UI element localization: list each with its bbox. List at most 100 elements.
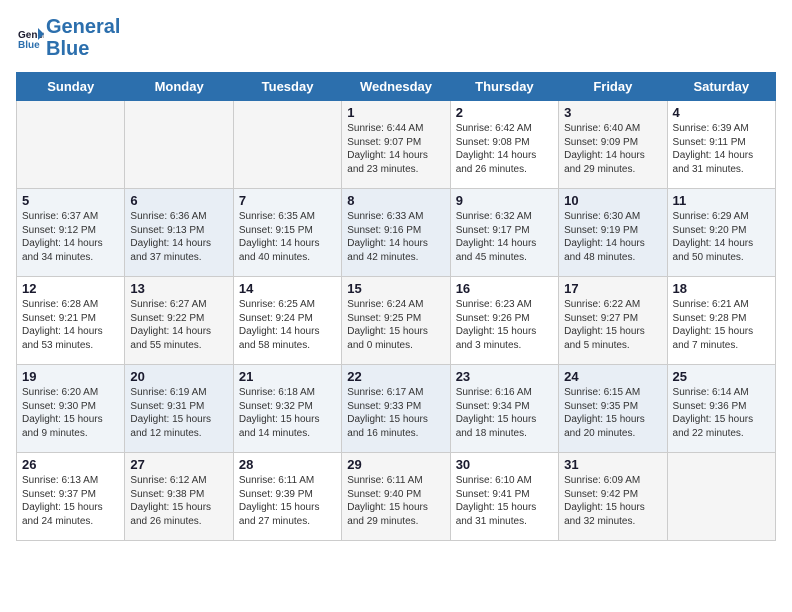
calendar-cell: 5 Sunrise: 6:37 AM Sunset: 9:12 PM Daylig… [17,189,125,277]
col-header-monday: Monday [125,73,233,101]
logo: General Blue GeneralBlue [16,16,120,60]
day-info: Sunrise: 6:28 AM Sunset: 9:21 PM Dayligh… [22,298,119,352]
day-number: 6 [130,193,227,208]
calendar-cell: 15 Sunrise: 6:24 AM Sunset: 9:25 PM Dayli… [342,277,450,365]
day-info: Sunrise: 6:18 AM Sunset: 9:32 PM Dayligh… [239,386,336,440]
svg-text:Blue: Blue [18,40,40,51]
day-number: 3 [564,105,661,120]
calendar-cell: 29 Sunrise: 6:11 AM Sunset: 9:40 PM Dayli… [342,453,450,541]
day-info: Sunrise: 6:36 AM Sunset: 9:13 PM Dayligh… [130,210,227,264]
day-number: 8 [347,193,444,208]
day-info: Sunrise: 6:15 AM Sunset: 9:35 PM Dayligh… [564,386,661,440]
day-number: 15 [347,281,444,296]
calendar-cell: 2 Sunrise: 6:42 AM Sunset: 9:08 PM Daylig… [450,101,558,189]
calendar-cell: 27Sunrise: 6:12 AM Sunset: 9:38 PM Dayli… [125,453,233,541]
day-info: Sunrise: 6:09 AM Sunset: 9:42 PM Dayligh… [564,474,661,528]
day-info: Sunrise: 6:11 AM Sunset: 9:40 PM Dayligh… [347,474,444,528]
day-number: 27 [130,457,227,472]
day-info: Sunrise: 6:19 AM Sunset: 9:31 PM Dayligh… [130,386,227,440]
day-info: Sunrise: 6:27 AM Sunset: 9:22 PM Dayligh… [130,298,227,352]
calendar-cell [17,101,125,189]
day-number: 2 [456,105,553,120]
calendar-cell: 3Sunrise: 6:40 AM Sunset: 9:09 PM Daylig… [559,101,667,189]
calendar-cell: 10 Sunrise: 6:30 AM Sunset: 9:19 PM Dayli… [559,189,667,277]
calendar-cell: 9Sunrise: 6:32 AM Sunset: 9:17 PM Daylig… [450,189,558,277]
day-info: Sunrise: 6:33 AM Sunset: 9:16 PM Dayligh… [347,210,444,264]
calendar-cell: 12Sunrise: 6:28 AM Sunset: 9:21 PM Dayli… [17,277,125,365]
calendar-cell: 16 Sunrise: 6:23 AM Sunset: 9:26 PM Dayli… [450,277,558,365]
day-info: Sunrise: 6:30 AM Sunset: 9:19 PM Dayligh… [564,210,661,264]
calendar-cell: 6 Sunrise: 6:36 AM Sunset: 9:13 PM Daylig… [125,189,233,277]
day-number: 29 [347,457,444,472]
day-number: 25 [673,369,770,384]
calendar-cell: 24 Sunrise: 6:15 AM Sunset: 9:35 PM Dayli… [559,365,667,453]
day-info: Sunrise: 6:39 AM Sunset: 9:11 PM Dayligh… [673,122,770,176]
day-number: 18 [673,281,770,296]
calendar-cell: 13 Sunrise: 6:27 AM Sunset: 9:22 PM Dayli… [125,277,233,365]
day-number: 5 [22,193,119,208]
day-number: 4 [673,105,770,120]
calendar-cell: 28 Sunrise: 6:11 AM Sunset: 9:39 PM Dayli… [233,453,341,541]
calendar-week-row: 19Sunrise: 6:20 AM Sunset: 9:30 PM Dayli… [17,365,776,453]
day-info: Sunrise: 6:22 AM Sunset: 9:27 PM Dayligh… [564,298,661,352]
col-header-saturday: Saturday [667,73,775,101]
day-number: 30 [456,457,553,472]
logo-text: GeneralBlue [46,16,120,60]
day-info: Sunrise: 6:17 AM Sunset: 9:33 PM Dayligh… [347,386,444,440]
day-info: Sunrise: 6:44 AM Sunset: 9:07 PM Dayligh… [347,122,444,176]
day-info: Sunrise: 6:24 AM Sunset: 9:25 PM Dayligh… [347,298,444,352]
day-number: 9 [456,193,553,208]
calendar-cell: 14Sunrise: 6:25 AM Sunset: 9:24 PM Dayli… [233,277,341,365]
calendar-table: SundayMondayTuesdayWednesdayThursdayFrid… [16,72,776,541]
day-info: Sunrise: 6:35 AM Sunset: 9:15 PM Dayligh… [239,210,336,264]
calendar-cell: 20 Sunrise: 6:19 AM Sunset: 9:31 PM Dayli… [125,365,233,453]
calendar-week-row: 1 Sunrise: 6:44 AM Sunset: 9:07 PM Daylig… [17,101,776,189]
calendar-cell: 25 Sunrise: 6:14 AM Sunset: 9:36 PM Dayli… [667,365,775,453]
day-info: Sunrise: 6:37 AM Sunset: 9:12 PM Dayligh… [22,210,119,264]
day-number: 26 [22,457,119,472]
day-info: Sunrise: 6:42 AM Sunset: 9:08 PM Dayligh… [456,122,553,176]
calendar-week-row: 5 Sunrise: 6:37 AM Sunset: 9:12 PM Daylig… [17,189,776,277]
page-header: General Blue GeneralBlue [16,16,776,60]
day-number: 1 [347,105,444,120]
day-info: Sunrise: 6:25 AM Sunset: 9:24 PM Dayligh… [239,298,336,352]
day-number: 21 [239,369,336,384]
day-info: Sunrise: 6:29 AM Sunset: 9:20 PM Dayligh… [673,210,770,264]
calendar-cell [667,453,775,541]
day-info: Sunrise: 6:14 AM Sunset: 9:36 PM Dayligh… [673,386,770,440]
day-info: Sunrise: 6:11 AM Sunset: 9:39 PM Dayligh… [239,474,336,528]
col-header-thursday: Thursday [450,73,558,101]
calendar-cell: 31 Sunrise: 6:09 AM Sunset: 9:42 PM Dayli… [559,453,667,541]
day-info: Sunrise: 6:21 AM Sunset: 9:28 PM Dayligh… [673,298,770,352]
day-number: 17 [564,281,661,296]
day-number: 28 [239,457,336,472]
day-number: 22 [347,369,444,384]
day-number: 31 [564,457,661,472]
day-info: Sunrise: 6:16 AM Sunset: 9:34 PM Dayligh… [456,386,553,440]
day-number: 10 [564,193,661,208]
col-header-sunday: Sunday [17,73,125,101]
calendar-cell: 22 Sunrise: 6:17 AM Sunset: 9:33 PM Dayli… [342,365,450,453]
col-header-tuesday: Tuesday [233,73,341,101]
calendar-cell: 18 Sunrise: 6:21 AM Sunset: 9:28 PM Dayli… [667,277,775,365]
calendar-week-row: 26Sunrise: 6:13 AM Sunset: 9:37 PM Dayli… [17,453,776,541]
calendar-cell: 1 Sunrise: 6:44 AM Sunset: 9:07 PM Daylig… [342,101,450,189]
calendar-cell: 21 Sunrise: 6:18 AM Sunset: 9:32 PM Dayli… [233,365,341,453]
day-number: 16 [456,281,553,296]
calendar-week-row: 12Sunrise: 6:28 AM Sunset: 9:21 PM Dayli… [17,277,776,365]
calendar-cell: 4 Sunrise: 6:39 AM Sunset: 9:11 PM Daylig… [667,101,775,189]
day-info: Sunrise: 6:23 AM Sunset: 9:26 PM Dayligh… [456,298,553,352]
day-number: 20 [130,369,227,384]
calendar-cell: 26Sunrise: 6:13 AM Sunset: 9:37 PM Dayli… [17,453,125,541]
col-header-wednesday: Wednesday [342,73,450,101]
calendar-cell: 23 Sunrise: 6:16 AM Sunset: 9:34 PM Dayli… [450,365,558,453]
calendar-cell [125,101,233,189]
logo-icon: General Blue [16,24,44,52]
calendar-cell: 11 Sunrise: 6:29 AM Sunset: 9:20 PM Dayli… [667,189,775,277]
day-number: 13 [130,281,227,296]
day-number: 23 [456,369,553,384]
day-number: 11 [673,193,770,208]
calendar-cell: 19Sunrise: 6:20 AM Sunset: 9:30 PM Dayli… [17,365,125,453]
calendar-cell: 30Sunrise: 6:10 AM Sunset: 9:41 PM Dayli… [450,453,558,541]
day-number: 24 [564,369,661,384]
